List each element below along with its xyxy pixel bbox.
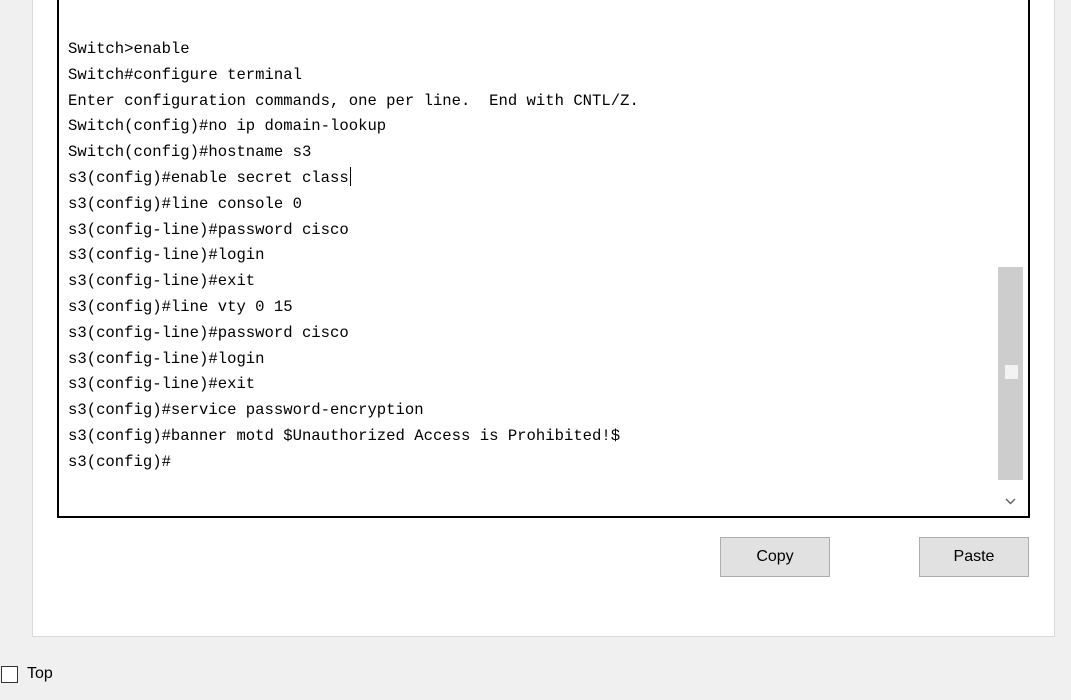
terminal-line: Switch(config)#no ip domain-lookup [68,117,387,136]
terminal-line: Switch#configure terminal [68,65,302,84]
terminal-line: s3(config-line)#exit [68,272,256,291]
paste-button[interactable]: Paste [919,537,1029,577]
terminal-line: s3(config-line)#password cisco [68,220,349,239]
scrollbar-grip [1005,365,1018,379]
terminal-line: s3(config-line)#login [68,246,265,265]
vertical-scrollbar[interactable] [995,0,1026,516]
text-cursor [349,166,351,186]
top-option[interactable]: Top [0,661,53,687]
terminal-lines: Switch>enable Switch#configure terminal En… [68,37,988,476]
terminal-line: s3(config-line)#login [68,349,265,368]
terminal-line: s3(config)#banner motd $Unauthorized Acc… [68,426,621,445]
terminal-output[interactable]: Switch>enable Switch#configure terminal En… [57,0,1030,518]
terminal-line: s3(config)#line vty 0 15 [68,297,293,316]
terminal-line: s3(config)#line console 0 [68,194,302,213]
terminal-line: Enter configuration commands, one per li… [68,91,639,110]
copy-button[interactable]: Copy [720,537,830,577]
terminal-line: Switch>enable [68,40,190,58]
terminal-line: s3(config-line)#exit [68,375,256,394]
terminal-line: s3(config)#enable secret class [68,166,351,187]
chevron-down-icon [1005,498,1016,504]
terminal-line: Switch(config)#hostname s3 [68,143,312,162]
terminal-line: s3(config)# [68,452,171,471]
top-checkbox-label: Top [27,665,53,682]
top-checkbox[interactable] [1,665,18,683]
scrollbar-thumb[interactable] [998,267,1023,480]
terminal-line: s3(config)#service password-encryption [68,401,424,420]
scroll-down-button[interactable] [995,486,1026,516]
terminal-line: s3(config-line)#password cisco [68,323,349,342]
